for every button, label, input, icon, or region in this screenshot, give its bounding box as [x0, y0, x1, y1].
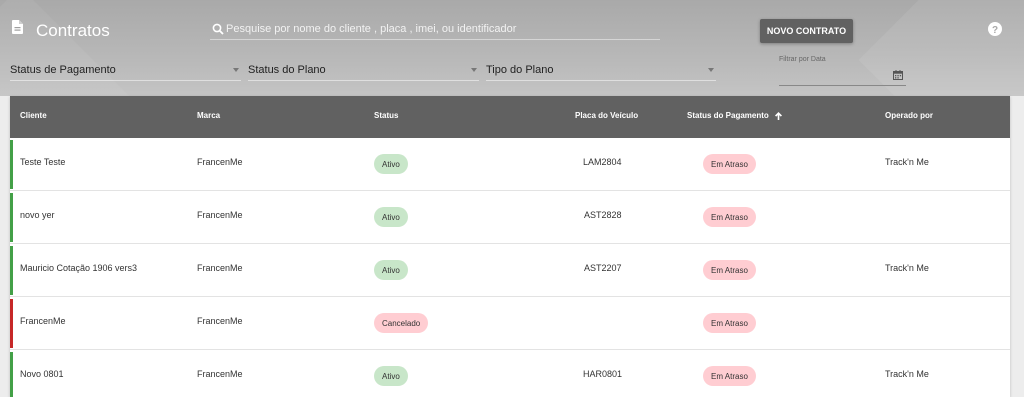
- cell-placa: HAR0801: [583, 369, 623, 379]
- row-status-bar: [10, 299, 13, 348]
- contracts-table: Cliente Marca Status Placa do Veículo St…: [10, 96, 1010, 397]
- arrow-up-icon[interactable]: [775, 111, 783, 120]
- column-pagamento[interactable]: Status do Pagamento: [687, 111, 783, 120]
- status-badge: Ativo: [374, 154, 408, 174]
- payment-status-label: Status de Pagamento: [10, 64, 116, 76]
- plan-type-label: Tipo do Plano: [486, 64, 554, 76]
- plan-type-select[interactable]: Tipo do Plano: [486, 62, 716, 81]
- column-pagamento-label: Status do Pagamento: [687, 111, 769, 120]
- payment-badge: Em Atraso: [703, 313, 756, 333]
- cell-marca: FrancenMe: [197, 263, 243, 273]
- cell-marca: FrancenMe: [197, 210, 243, 220]
- column-marca[interactable]: Marca: [197, 111, 220, 120]
- cell-cliente: novo yer: [20, 210, 55, 220]
- document-icon: [12, 20, 23, 34]
- payment-badge: Em Atraso: [703, 154, 756, 174]
- cell-cliente: Novo 0801: [20, 369, 64, 379]
- table-row[interactable]: FrancenMe FrancenMe Cancelado Em Atraso: [10, 297, 1010, 350]
- cell-placa: LAM2804: [583, 157, 622, 167]
- table-row[interactable]: Mauricio Cotação 1906 vers3 FrancenMe At…: [10, 244, 1010, 297]
- chevron-down-icon: [708, 68, 714, 72]
- column-status[interactable]: Status: [374, 111, 398, 120]
- search-icon: [212, 23, 224, 35]
- payment-badge: Em Atraso: [703, 207, 756, 227]
- cell-cliente: Mauricio Cotação 1906 vers3: [20, 263, 138, 273]
- status-badge: Ativo: [374, 366, 408, 386]
- status-badge: Ativo: [374, 260, 408, 280]
- chevron-down-icon: [471, 68, 477, 72]
- search-field[interactable]: [210, 18, 660, 40]
- chevron-down-icon: [233, 68, 239, 72]
- page-title: Contratos: [36, 21, 110, 40]
- row-status-bar: [10, 352, 13, 397]
- cell-marca: FrancenMe: [197, 316, 243, 326]
- svg-text:?: ?: [992, 25, 998, 36]
- date-filter-field[interactable]: Filtrar por Data: [779, 55, 906, 86]
- cell-operado: Track'n Me: [885, 157, 929, 167]
- table-row[interactable]: Teste Teste FrancenMe Ativo LAM2804 Em A…: [10, 138, 1010, 191]
- cell-marca: FrancenMe: [197, 157, 243, 167]
- cell-cliente: FrancenMe: [20, 316, 66, 326]
- row-status-bar: [10, 140, 13, 189]
- calendar-icon[interactable]: [893, 70, 903, 80]
- cell-operado: Track'n Me: [885, 369, 929, 379]
- cell-placa: AST2207: [584, 263, 622, 273]
- new-contract-button[interactable]: NOVO CONTRATO: [760, 19, 853, 43]
- search-input[interactable]: [226, 18, 656, 39]
- plan-status-label: Status do Plano: [248, 64, 326, 76]
- date-filter-label: Filtrar por Data: [779, 56, 826, 63]
- row-status-bar: [10, 193, 13, 242]
- payment-badge: Em Atraso: [703, 260, 756, 280]
- row-status-bar: [10, 246, 13, 295]
- column-placa[interactable]: Placa do Veículo: [575, 111, 638, 120]
- cell-placa: AST2828: [584, 210, 622, 220]
- help-circle-icon[interactable]: ?: [988, 22, 1002, 36]
- table-row[interactable]: Novo 0801 FrancenMe Ativo HAR0801 Em Atr…: [10, 350, 1010, 397]
- table-row[interactable]: novo yer FrancenMe Ativo AST2828 Em Atra…: [10, 191, 1010, 244]
- cell-marca: FrancenMe: [197, 369, 243, 379]
- status-badge: Cancelado: [374, 313, 429, 333]
- cell-operado: Track'n Me: [885, 263, 929, 273]
- payment-status-select[interactable]: Status de Pagamento: [10, 62, 241, 81]
- column-cliente[interactable]: Cliente: [20, 111, 47, 120]
- status-badge: Ativo: [374, 207, 408, 227]
- cell-cliente: Teste Teste: [20, 157, 66, 167]
- column-operado[interactable]: Operado por: [885, 111, 933, 120]
- table-header: Cliente Marca Status Placa do Veículo St…: [10, 96, 1010, 138]
- payment-badge: Em Atraso: [703, 366, 756, 386]
- plan-status-select[interactable]: Status do Plano: [248, 62, 479, 81]
